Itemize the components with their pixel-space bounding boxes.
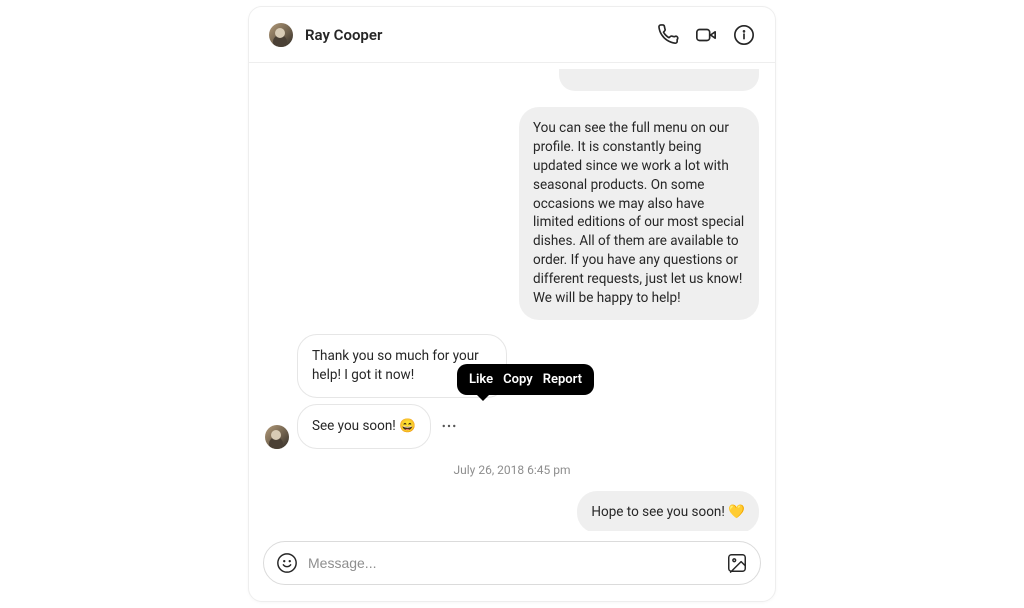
prev-message-clipped bbox=[559, 69, 759, 91]
phone-icon[interactable] bbox=[657, 24, 679, 46]
image-icon[interactable] bbox=[726, 552, 748, 574]
received-message[interactable]: Hope to see you soon! 💛 bbox=[577, 491, 759, 531]
like-action[interactable]: Like bbox=[469, 372, 493, 387]
timestamp: July 26, 2018 6:45 pm bbox=[265, 463, 759, 477]
message-text: See you soon! 😄 bbox=[312, 418, 416, 434]
video-icon[interactable] bbox=[695, 24, 717, 46]
avatar[interactable] bbox=[265, 425, 289, 449]
composer bbox=[249, 531, 775, 601]
chat-header: Ray Cooper bbox=[249, 7, 775, 63]
message-actions-tooltip: Like Copy Report bbox=[457, 364, 594, 395]
message-with-actions: See you soon! 😄 Like Copy Report bbox=[297, 404, 461, 449]
report-action[interactable]: Report bbox=[543, 372, 582, 387]
emoji-icon[interactable] bbox=[276, 552, 298, 574]
info-icon[interactable] bbox=[733, 24, 755, 46]
header-actions bbox=[657, 24, 755, 46]
contact-name[interactable]: Ray Cooper bbox=[305, 26, 382, 44]
more-icon[interactable] bbox=[437, 414, 461, 438]
message-row: See you soon! 😄 Like Copy Report bbox=[265, 404, 759, 449]
message-row: You can see the full menu on our profile… bbox=[265, 107, 759, 320]
avatar[interactable] bbox=[269, 23, 293, 47]
message-input[interactable] bbox=[308, 555, 716, 571]
message-row: Hope to see you soon! 💛 bbox=[265, 491, 759, 531]
composer-inner bbox=[263, 541, 761, 585]
copy-action[interactable]: Copy bbox=[503, 372, 533, 387]
chat-window: Ray Cooper You can see the full menu on … bbox=[248, 6, 776, 602]
message-text: Hope to see you soon! 💛 bbox=[591, 504, 745, 520]
received-message[interactable]: You can see the full menu on our profile… bbox=[519, 107, 759, 320]
message-thread: You can see the full menu on our profile… bbox=[249, 63, 775, 531]
sent-message[interactable]: See you soon! 😄 bbox=[297, 404, 431, 449]
